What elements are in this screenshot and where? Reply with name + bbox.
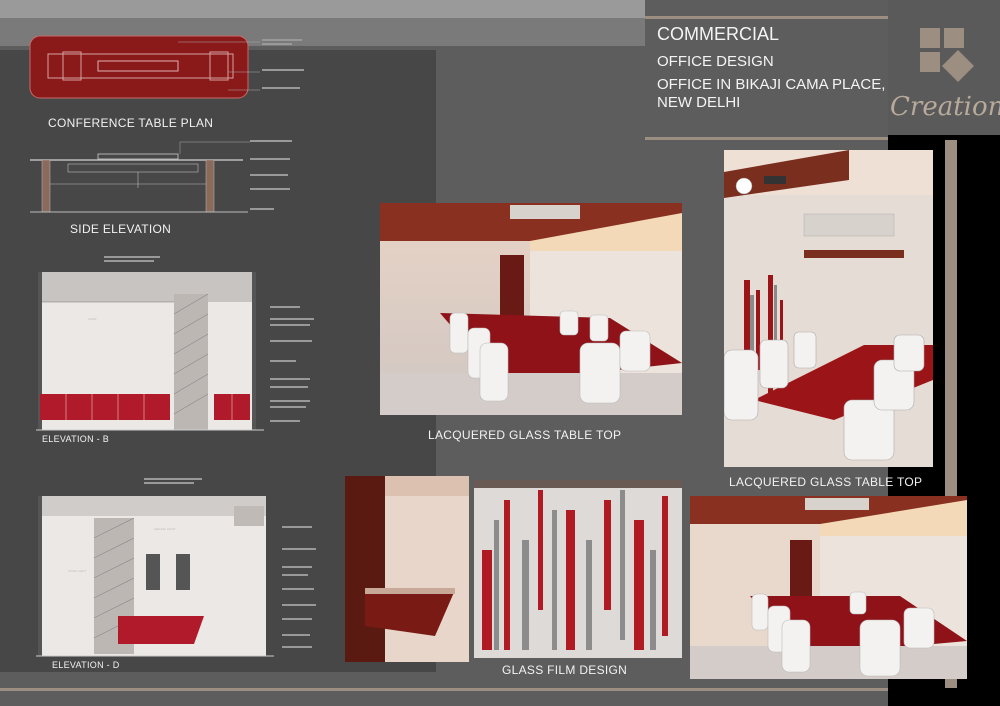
photo-3-caption: GLASS FILM DESIGN (502, 663, 628, 677)
bottom-rule (0, 688, 1000, 691)
top-band (0, 0, 645, 18)
elevation-d-label: ELEVATION - D (52, 660, 120, 670)
elevation-d: CEILING LIGHT COVE LIGHT (34, 476, 324, 660)
side-elevation (28, 140, 308, 220)
photo-2-caption: LACQUERED GLASS TABLE TOP (729, 475, 923, 489)
top-rule (645, 16, 890, 19)
photo-conference-room-3 (690, 496, 967, 679)
title-commercial: COMMERCIAL (657, 24, 780, 44)
plan-label: CONFERENCE TABLE PLAN (48, 116, 214, 130)
side-elevation-label: SIDE ELEVATION (70, 222, 172, 236)
title-location-1: OFFICE IN BIKAJI CAMA PLACE, (657, 76, 886, 93)
photo-credenza (345, 476, 469, 662)
title-location-2: NEW DELHI (657, 94, 741, 111)
title-office-design: OFFICE DESIGN (657, 53, 774, 70)
elev-d-ceiling-tag: CEILING LIGHT (154, 527, 176, 531)
photo-conference-room-2 (724, 150, 933, 467)
conference-table-plan (28, 34, 318, 100)
logo-icon (918, 26, 978, 88)
elevation-b: LIGHT (34, 254, 324, 434)
photo-glass-film (474, 480, 682, 658)
logo-text: Creations (890, 92, 1000, 122)
photo-1-caption: LACQUERED GLASS TABLE TOP (428, 428, 622, 442)
elev-d-cove-tag: COVE LIGHT (68, 569, 86, 573)
photo-conference-room-1 (380, 203, 682, 415)
elevation-b-label: ELEVATION - B (42, 434, 110, 444)
elev-b-light-tag: LIGHT (88, 317, 97, 321)
